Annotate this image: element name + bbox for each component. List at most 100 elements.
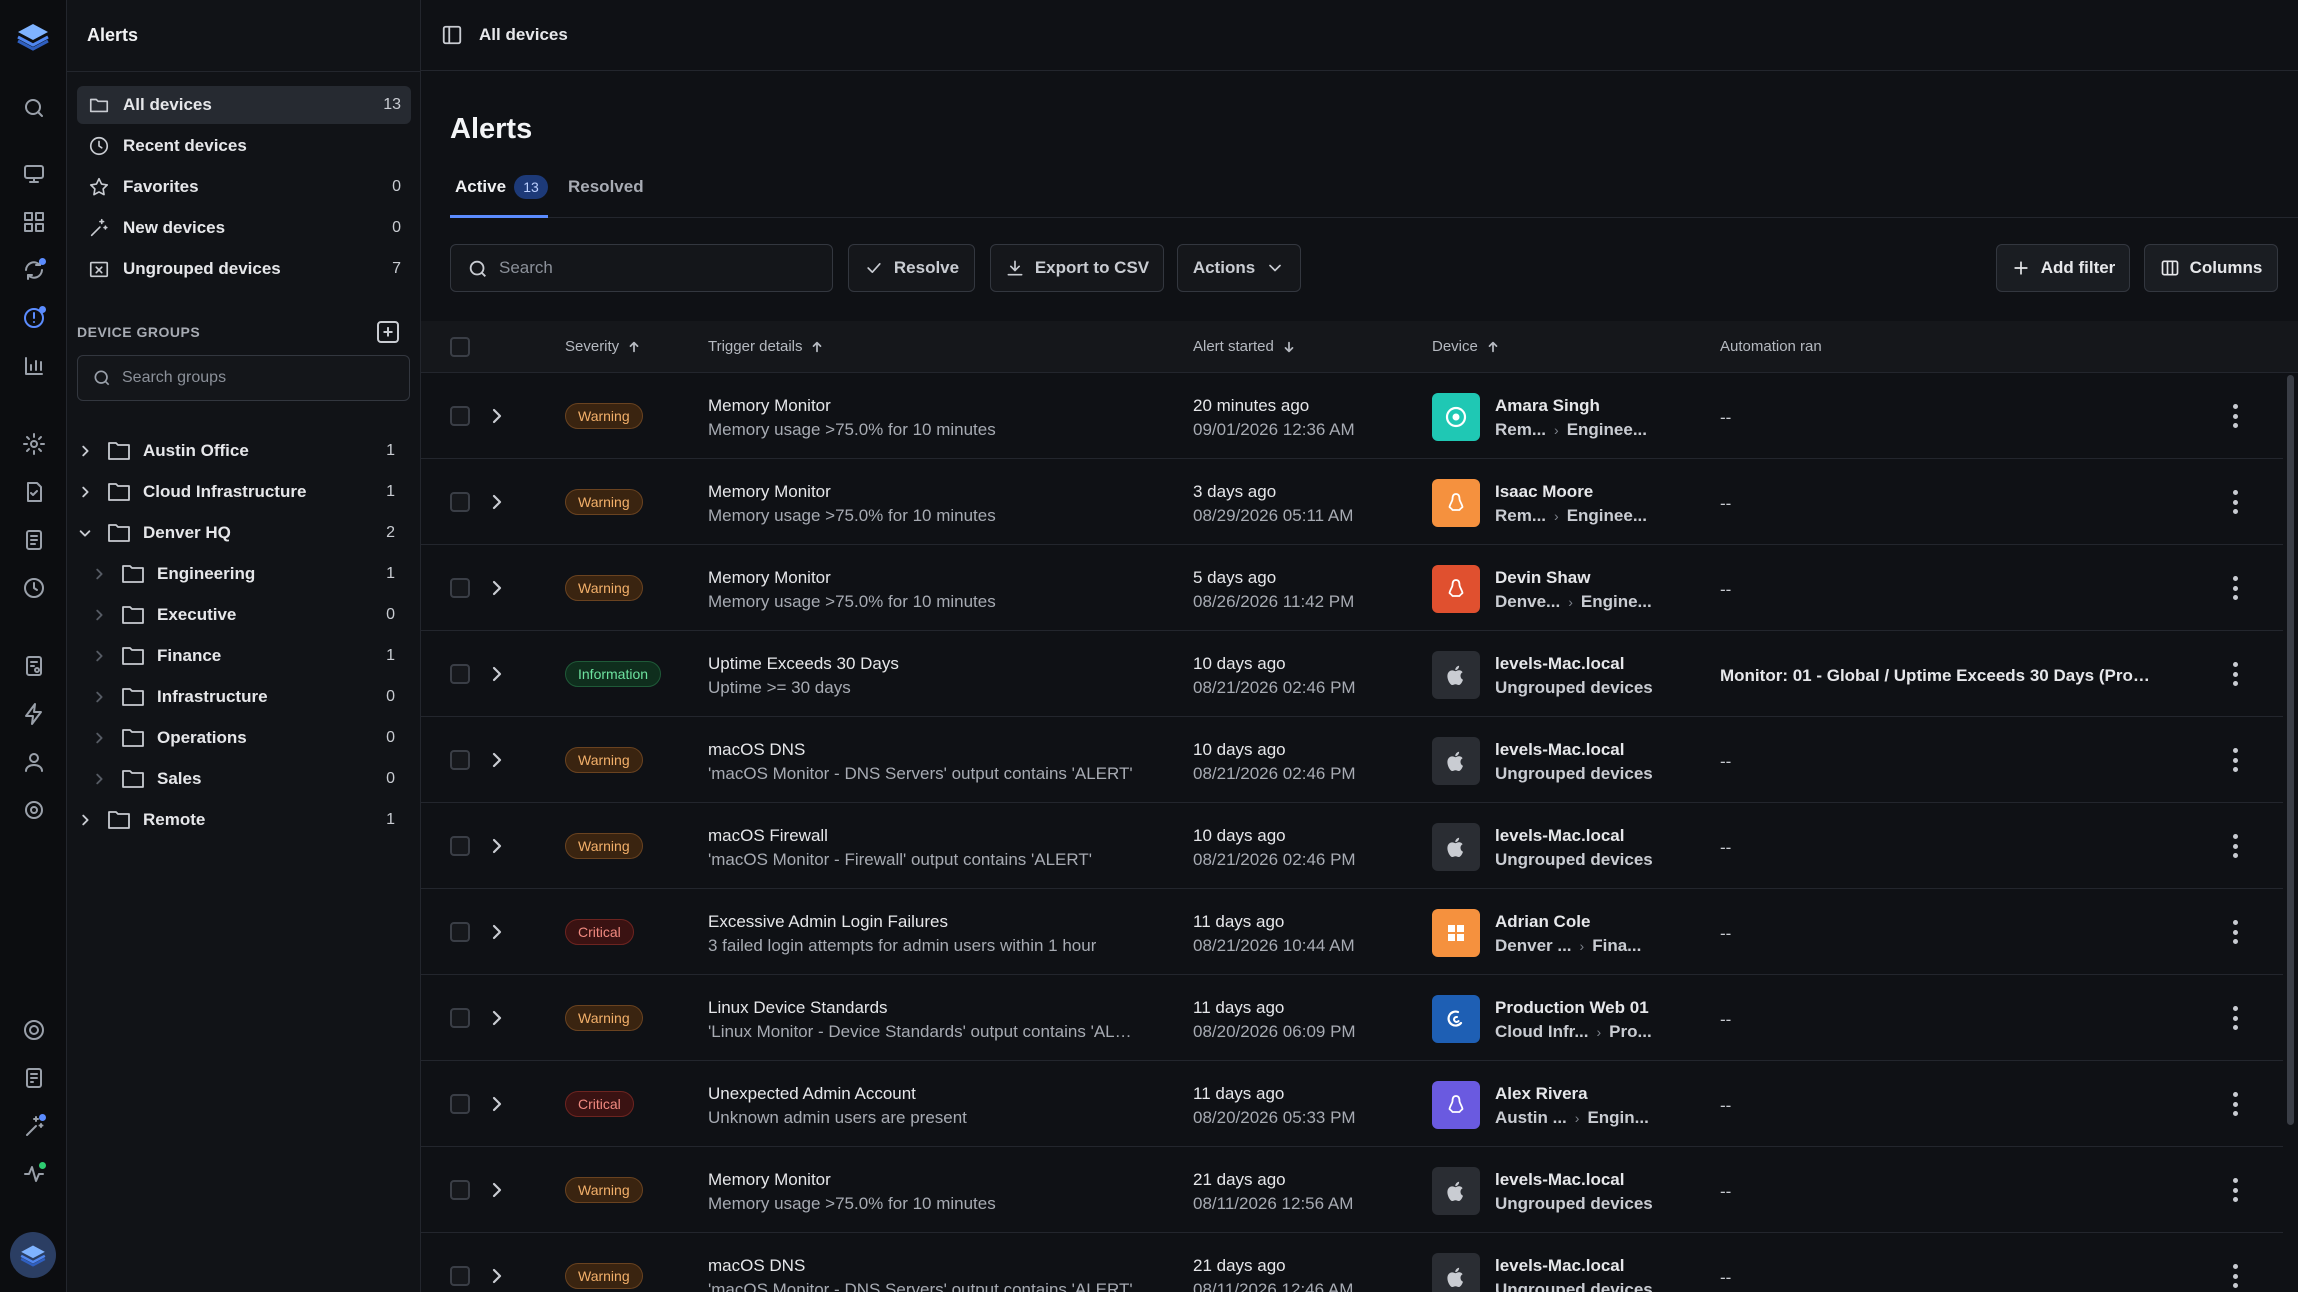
table-row[interactable]: Warning Memory Monitor Memory usage >75.…: [421, 545, 2283, 631]
row-checkbox[interactable]: [450, 1008, 470, 1028]
table-row[interactable]: Information Uptime Exceeds 30 Days Uptim…: [421, 631, 2283, 717]
reports-icon[interactable]: [20, 352, 48, 380]
chevron-right-icon[interactable]: [77, 484, 93, 500]
row-checkbox[interactable]: [450, 1180, 470, 1200]
account-avatar[interactable]: [10, 1232, 56, 1278]
group-engineering[interactable]: Engineering 1: [67, 555, 421, 593]
row-checkbox[interactable]: [450, 750, 470, 770]
table-row[interactable]: Warning macOS DNS 'macOS Monitor - DNS S…: [421, 1233, 2283, 1292]
group-finance[interactable]: Finance 1: [67, 637, 421, 675]
table-row[interactable]: Warning Memory Monitor Memory usage >75.…: [421, 373, 2283, 459]
row-menu-icon[interactable]: [2232, 490, 2238, 514]
expand-chevron-icon[interactable]: [487, 406, 507, 426]
document-icon[interactable]: [20, 526, 48, 554]
table-row[interactable]: Warning Linux Device Standards 'Linux Mo…: [421, 975, 2283, 1061]
row-checkbox[interactable]: [450, 922, 470, 942]
header-severity[interactable]: Severity: [565, 338, 641, 355]
add-filter-button[interactable]: Add filter: [1996, 244, 2130, 292]
group-operations[interactable]: Operations 0: [67, 719, 421, 757]
row-menu-icon[interactable]: [2232, 1092, 2238, 1116]
expand-chevron-icon[interactable]: [487, 1266, 507, 1286]
ai-sparkle-icon[interactable]: [20, 1112, 48, 1140]
device-name-link[interactable]: levels-Mac.local: [1495, 740, 1624, 760]
help-doc-icon[interactable]: [20, 1064, 48, 1092]
nav-favorites[interactable]: Favorites 0: [77, 168, 411, 206]
monitor-icon[interactable]: [20, 160, 48, 188]
group-remote[interactable]: Remote 1: [67, 801, 421, 839]
expand-chevron-icon[interactable]: [487, 492, 507, 512]
chevron-right-icon[interactable]: [91, 566, 107, 582]
nav-all-devices[interactable]: All devices 13: [77, 86, 411, 124]
device-name-link[interactable]: levels-Mac.local: [1495, 826, 1624, 846]
expand-chevron-icon[interactable]: [487, 922, 507, 942]
header-alert-started[interactable]: Alert started: [1193, 338, 1296, 355]
group-cloud-infrastructure[interactable]: Cloud Infrastructure 1: [67, 473, 421, 511]
group-sales[interactable]: Sales 0: [67, 760, 421, 798]
tab-resolved[interactable]: Resolved: [568, 170, 644, 218]
row-checkbox[interactable]: [450, 664, 470, 684]
device-name-link[interactable]: Production Web 01: [1495, 998, 1649, 1018]
expand-chevron-icon[interactable]: [487, 578, 507, 598]
expand-chevron-icon[interactable]: [487, 1008, 507, 1028]
device-name-link[interactable]: levels-Mac.local: [1495, 1170, 1624, 1190]
header-automation-ran[interactable]: Automation ran: [1720, 338, 1822, 355]
nav-ungrouped-devices[interactable]: Ungrouped devices 7: [77, 250, 411, 288]
scrollbar-thumb[interactable]: [2287, 375, 2294, 1125]
automation-ran[interactable]: Monitor: 01 - Global / Uptime Exceeds 30…: [1720, 666, 2160, 686]
sync-icon[interactable]: [20, 256, 48, 284]
chevron-down-icon[interactable]: [77, 525, 93, 541]
table-row[interactable]: Critical Excessive Admin Login Failures …: [421, 889, 2283, 975]
chevron-right-icon[interactable]: [91, 771, 107, 787]
row-checkbox[interactable]: [450, 1094, 470, 1114]
chevron-right-icon[interactable]: [91, 607, 107, 623]
support-icon[interactable]: [20, 1016, 48, 1044]
row-menu-icon[interactable]: [2232, 576, 2238, 600]
history-icon[interactable]: [20, 574, 48, 602]
row-menu-icon[interactable]: [2232, 404, 2238, 428]
activity-icon[interactable]: [20, 1160, 48, 1188]
chevron-right-icon[interactable]: [91, 648, 107, 664]
row-menu-icon[interactable]: [2232, 920, 2238, 944]
row-checkbox[interactable]: [450, 836, 470, 856]
table-row[interactable]: Critical Unexpected Admin Account Unknow…: [421, 1061, 2283, 1147]
policy-icon[interactable]: [20, 652, 48, 680]
export-csv-button[interactable]: Export to CSV: [990, 244, 1164, 292]
row-menu-icon[interactable]: [2232, 1006, 2238, 1030]
device-name-link[interactable]: Amara Singh: [1495, 396, 1600, 416]
chevron-right-icon[interactable]: [77, 812, 93, 828]
row-menu-icon[interactable]: [2232, 1264, 2238, 1288]
expand-chevron-icon[interactable]: [487, 750, 507, 770]
row-checkbox[interactable]: [450, 492, 470, 512]
chevron-right-icon[interactable]: [91, 689, 107, 705]
group-denver-hq[interactable]: Denver HQ 2: [67, 514, 421, 552]
actions-dropdown[interactable]: Actions: [1177, 244, 1301, 292]
expand-chevron-icon[interactable]: [487, 836, 507, 856]
table-scrollbar[interactable]: [2283, 373, 2298, 1292]
chevron-right-icon[interactable]: [77, 443, 93, 459]
tab-active[interactable]: Active 13: [450, 170, 549, 218]
nav-recent-devices[interactable]: Recent devices: [77, 127, 411, 165]
table-row[interactable]: Warning Memory Monitor Memory usage >75.…: [421, 1147, 2283, 1233]
lightning-icon[interactable]: [20, 700, 48, 728]
device-name-link[interactable]: Devin Shaw: [1495, 568, 1590, 588]
row-menu-icon[interactable]: [2232, 1178, 2238, 1202]
search-icon[interactable]: [20, 94, 48, 122]
expand-chevron-icon[interactable]: [487, 1094, 507, 1114]
row-checkbox[interactable]: [450, 1266, 470, 1286]
group-austin-office[interactable]: Austin Office 1: [67, 432, 421, 470]
group-infrastructure[interactable]: Infrastructure 0: [67, 678, 421, 716]
user-icon[interactable]: [20, 748, 48, 776]
header-device[interactable]: Device: [1432, 338, 1500, 355]
device-name-link[interactable]: Alex Rivera: [1495, 1084, 1588, 1104]
device-name-link[interactable]: levels-Mac.local: [1495, 1256, 1624, 1276]
device-name-link[interactable]: Isaac Moore: [1495, 482, 1593, 502]
alerts-icon[interactable]: [20, 304, 48, 332]
chevron-right-icon[interactable]: [91, 730, 107, 746]
grid-icon[interactable]: [20, 208, 48, 236]
row-checkbox[interactable]: [450, 406, 470, 426]
row-menu-icon[interactable]: [2232, 662, 2238, 686]
row-menu-icon[interactable]: [2232, 834, 2238, 858]
resolve-button[interactable]: Resolve: [848, 244, 975, 292]
device-name-link[interactable]: Adrian Cole: [1495, 912, 1590, 932]
header-trigger-details[interactable]: Trigger details: [708, 338, 824, 355]
